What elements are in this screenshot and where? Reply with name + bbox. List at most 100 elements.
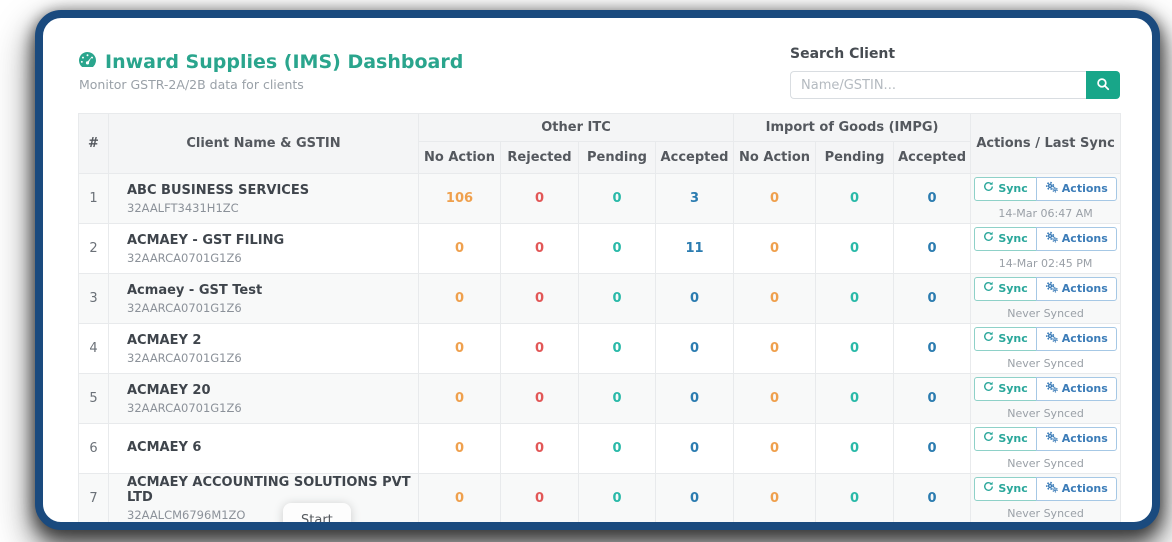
sync-button[interactable]: Sync: [974, 177, 1036, 201]
col-header-actions: Actions / Last Sync: [971, 114, 1121, 174]
client-gstin: 32AALFT3431H1ZC: [127, 201, 418, 215]
col-header-itc-accepted: Accepted: [656, 142, 734, 174]
impg-accepted-value: 0: [894, 274, 971, 324]
actions-button[interactable]: Actions: [1036, 427, 1117, 451]
other-itc-no-action-value: 0: [419, 424, 501, 474]
impg-pending-value: 0: [816, 374, 894, 424]
other-itc-no-action-value: 0: [419, 274, 501, 324]
other-itc-pending-value: 0: [579, 324, 656, 374]
search-button[interactable]: [1086, 71, 1120, 99]
row-action-buttons: Sync Actions: [974, 477, 1116, 501]
search-block: Search Client: [790, 46, 1120, 99]
sync-button-label: Sync: [998, 432, 1027, 446]
actions-button[interactable]: Actions: [1036, 227, 1117, 251]
client-cell: ACMAEY - GST FILING 32AARCA0701G1Z6: [109, 224, 419, 274]
col-group-other-itc: Other ITC: [419, 114, 734, 142]
sync-icon: [983, 381, 994, 396]
client-name: ACMAEY 6: [127, 440, 418, 455]
actions-button[interactable]: Actions: [1036, 377, 1117, 401]
dashboard-content: Inward Supplies (IMS) Dashboard Monitor …: [43, 18, 1152, 522]
actions-button[interactable]: Actions: [1036, 177, 1117, 201]
search-input[interactable]: [790, 71, 1086, 99]
impg-accepted-value: 0: [894, 324, 971, 374]
search-icon: [1096, 77, 1110, 94]
client-name: Acmaey - GST Test: [127, 283, 418, 298]
col-header-index: #: [79, 114, 109, 174]
start-tooltip-label: Start: [301, 513, 333, 528]
client-cell: ACMAEY 20 32AARCA0701G1Z6: [109, 374, 419, 424]
last-sync-time: Never Synced: [971, 357, 1120, 370]
gears-icon: [1045, 431, 1058, 447]
actions-button-label: Actions: [1062, 382, 1108, 396]
table-row: 1 ABC BUSINESS SERVICES 32AALFT3431H1ZC …: [79, 174, 1121, 224]
impg-no-action-value: 0: [734, 174, 816, 224]
row-index: 6: [79, 424, 109, 474]
sync-button[interactable]: Sync: [974, 477, 1036, 501]
sync-icon: [983, 181, 994, 196]
impg-accepted-value: 0: [894, 374, 971, 424]
table-row: 7 ACMAEY ACCOUNTING SOLUTIONS PVT LTD 32…: [79, 474, 1121, 524]
impg-no-action-value: 0: [734, 274, 816, 324]
sync-button[interactable]: Sync: [974, 427, 1036, 451]
actions-button-label: Actions: [1062, 182, 1108, 196]
other-itc-pending-value: 0: [579, 374, 656, 424]
last-sync-time: Never Synced: [971, 407, 1120, 420]
row-index: 1: [79, 174, 109, 224]
impg-pending-value: 0: [816, 174, 894, 224]
other-itc-rejected-value: 0: [501, 474, 579, 524]
tachometer-icon: [78, 51, 97, 73]
search-label: Search Client: [790, 46, 1120, 62]
table-row: 2 ACMAEY - GST FILING 32AARCA0701G1Z6 0 …: [79, 224, 1121, 274]
gears-icon: [1045, 381, 1058, 397]
impg-no-action-value: 0: [734, 374, 816, 424]
sync-icon: [983, 281, 994, 296]
row-action-buttons: Sync Actions: [974, 177, 1116, 201]
impg-pending-value: 0: [816, 274, 894, 324]
sync-button[interactable]: Sync: [974, 327, 1036, 351]
sync-button[interactable]: Sync: [974, 227, 1036, 251]
gears-icon: [1045, 281, 1058, 297]
actions-button-label: Actions: [1062, 282, 1108, 296]
actions-button-label: Actions: [1062, 232, 1108, 246]
client-name: ACMAEY 20: [127, 383, 418, 398]
actions-cell: Sync Actions: [971, 274, 1121, 324]
col-header-itc-no-action: No Action: [419, 142, 501, 174]
other-itc-rejected-value: 0: [501, 324, 579, 374]
sync-button[interactable]: Sync: [974, 277, 1036, 301]
other-itc-pending-value: 0: [579, 274, 656, 324]
row-index: 4: [79, 324, 109, 374]
other-itc-accepted-value: 0: [656, 374, 734, 424]
other-itc-pending-value: 0: [579, 174, 656, 224]
actions-button[interactable]: Actions: [1036, 477, 1117, 501]
impg-no-action-value: 0: [734, 424, 816, 474]
sync-button[interactable]: Sync: [974, 377, 1036, 401]
client-name: ACMAEY - GST FILING: [127, 233, 418, 248]
page-title-text: Inward Supplies (IMS) Dashboard: [105, 51, 463, 73]
actions-button[interactable]: Actions: [1036, 277, 1117, 301]
client-cell: ACMAEY 2 32AARCA0701G1Z6: [109, 324, 419, 374]
client-gstin: 32AARCA0701G1Z6: [127, 301, 418, 315]
table-row: 6 ACMAEY 6 0 0 0 0 0 0 0 Sync: [79, 424, 1121, 474]
row-index: 5: [79, 374, 109, 424]
actions-button[interactable]: Actions: [1036, 327, 1117, 351]
other-itc-no-action-value: 106: [419, 174, 501, 224]
other-itc-no-action-value: 0: [419, 474, 501, 524]
col-header-client: Client Name & GSTIN: [109, 114, 419, 174]
start-tooltip[interactable]: Start: [283, 503, 351, 530]
last-sync-time: Never Synced: [971, 507, 1120, 520]
gears-icon: [1045, 331, 1058, 347]
dashboard-window: Inward Supplies (IMS) Dashboard Monitor …: [35, 10, 1160, 530]
other-itc-rejected-value: 0: [501, 224, 579, 274]
other-itc-rejected-value: 0: [501, 424, 579, 474]
table-row: 3 Acmaey - GST Test 32AARCA0701G1Z6 0 0 …: [79, 274, 1121, 324]
sync-button-label: Sync: [998, 282, 1027, 296]
other-itc-pending-value: 0: [579, 224, 656, 274]
impg-pending-value: 0: [816, 224, 894, 274]
col-header-impg-pending: Pending: [816, 142, 894, 174]
sync-button-label: Sync: [998, 232, 1027, 246]
col-group-impg: Import of Goods (IMPG): [734, 114, 971, 142]
other-itc-no-action-value: 0: [419, 224, 501, 274]
row-index: 2: [79, 224, 109, 274]
row-index: 7: [79, 474, 109, 524]
sync-button-label: Sync: [998, 482, 1027, 496]
